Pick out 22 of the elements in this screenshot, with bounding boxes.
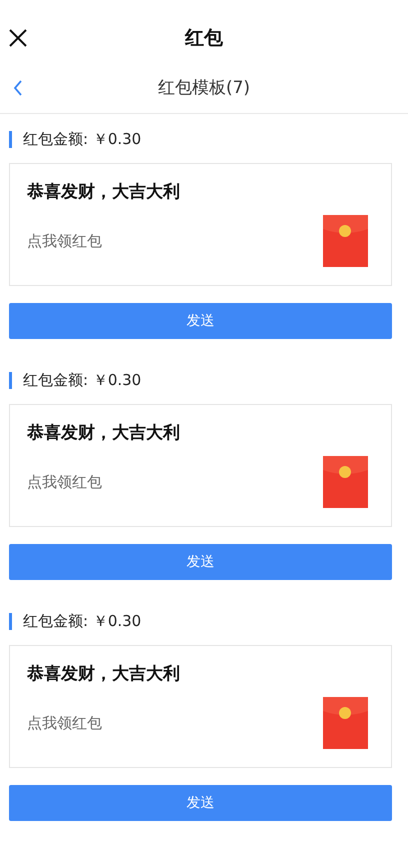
page-title: 红包 bbox=[185, 26, 223, 51]
close-icon[interactable] bbox=[9, 29, 27, 47]
gift-packet-card[interactable]: 恭喜发财，大吉大利 点我领红包 bbox=[9, 163, 392, 286]
section-title: 红包模板(7) bbox=[158, 77, 250, 99]
gift-packet-card[interactable]: 恭喜发财，大吉大利 点我领红包 bbox=[9, 645, 392, 768]
greeting-text: 恭喜发财，大吉大利 bbox=[27, 663, 180, 685]
accent-bar bbox=[9, 130, 12, 148]
amount-label: 红包金额: ￥0.30 bbox=[23, 130, 142, 148]
claim-hint: 点我领红包 bbox=[27, 714, 103, 733]
claim-hint: 点我领红包 bbox=[27, 232, 103, 251]
envelope-icon bbox=[323, 215, 368, 267]
envelope-icon bbox=[323, 456, 368, 508]
amount-label: 红包金额: ￥0.30 bbox=[23, 612, 142, 630]
amount-label: 红包金额: ￥0.30 bbox=[23, 370, 142, 390]
back-icon[interactable] bbox=[13, 80, 23, 96]
envelope-icon bbox=[323, 697, 368, 749]
greeting-text: 恭喜发财，大吉大利 bbox=[27, 422, 180, 444]
gift-packet-card[interactable]: 恭喜发财，大吉大利 点我领红包 bbox=[9, 404, 392, 527]
accent-bar bbox=[9, 612, 12, 630]
claim-hint: 点我领红包 bbox=[27, 473, 103, 492]
greeting-text: 恭喜发财，大吉大利 bbox=[27, 181, 180, 203]
accent-bar bbox=[9, 372, 12, 388]
